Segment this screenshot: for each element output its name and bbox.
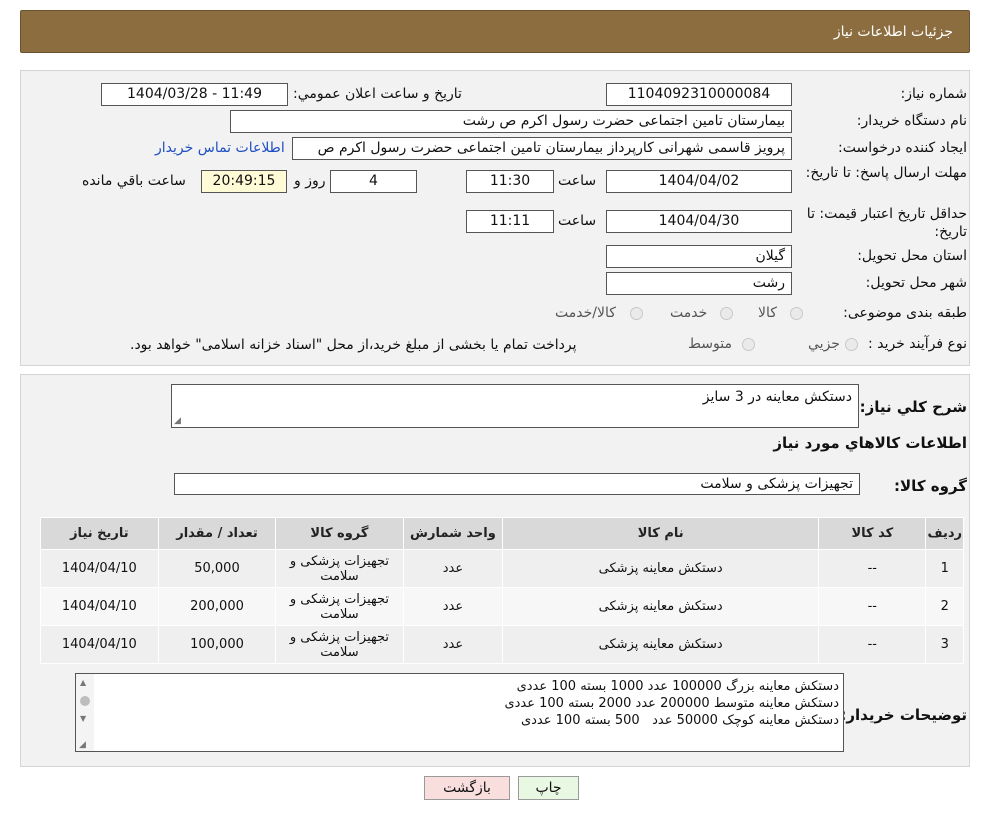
cell-group: تجهیزات پزشکی و سلامت — [275, 587, 404, 626]
col-header-item-name: نام کالا — [502, 517, 820, 550]
category-option-goods: کالا — [758, 305, 777, 321]
cell-unit: عدد — [402, 587, 504, 626]
goods-group-label: گروه کالا: — [894, 477, 967, 495]
deadline-time-field: 11:30 — [466, 170, 554, 193]
cell-row-number: 2 — [925, 587, 964, 626]
table-row: 2 -- دستکش معاینه پزشکی عدد تجهیزات پزشک… — [40, 587, 964, 626]
category-option-goods-service: کالا/خدمت — [555, 305, 616, 321]
cell-need-date: 1404/04/10 — [40, 625, 159, 664]
cell-unit: عدد — [402, 625, 504, 664]
description-label: شرح کلي نياز: — [859, 398, 967, 416]
category-radio-goods[interactable] — [790, 307, 803, 320]
col-header-item-code: کد کالا — [818, 517, 927, 550]
page-header: جزئیات اطلاعات نیاز — [20, 10, 970, 53]
creator-field: پرویز قاسمی شهرانی کارپرداز بیمارستان تا… — [292, 137, 792, 160]
resize-grip-icon[interactable]: ◢ — [79, 740, 86, 750]
col-header-group: گروه کالا — [275, 517, 404, 550]
cell-item-name: دستکش معاینه پزشکی — [502, 587, 820, 626]
need-number-field: 1104092310000084 — [606, 83, 792, 106]
cell-need-date: 1404/04/10 — [40, 549, 159, 588]
deadline-time-label: ساعت — [558, 173, 597, 189]
buyer-note-line: دستکش معاینه بزرگ 100000 عدد 1000 بسته 1… — [516, 679, 839, 694]
province-label: استان محل تحویل: — [857, 248, 967, 264]
scroll-up-arrow-icon[interactable]: ▲ — [80, 678, 86, 687]
days-field: 4 — [330, 170, 417, 193]
category-label: طبقه بندی موضوعی: — [843, 305, 967, 321]
notes-scrollbar[interactable]: ▲ ▼ ◢ — [76, 674, 94, 751]
process-label: نوع فرآیند خرید : — [868, 336, 967, 352]
description-textarea[interactable]: دستکش معاینه در 3 سایز ◢ — [171, 384, 859, 428]
cell-group: تجهیزات پزشکی و سلامت — [275, 625, 404, 664]
announce-label: تاریخ و ساعت اعلان عمومي: — [293, 86, 462, 102]
buyer-note-line: دستکش معاینه کوچک 50000 عدد 500 بسته 100… — [520, 713, 839, 728]
province-field: گیلان — [606, 245, 792, 268]
remaining-time-label: ساعت باقي مانده — [82, 173, 186, 189]
category-option-service: خدمت — [670, 305, 708, 321]
need-number-label: شماره نیاز: — [900, 86, 968, 102]
page-title: جزئیات اطلاعات نیاز — [833, 24, 953, 40]
validity-time-label: ساعت — [558, 213, 597, 229]
cell-item-code: -- — [818, 549, 927, 588]
goods-group-field: تجهیزات پزشکی و سلامت — [174, 473, 860, 495]
process-radio-minor[interactable] — [845, 338, 858, 351]
description-text: دستکش معاینه در 3 سایز — [702, 389, 852, 405]
cell-item-code: -- — [818, 625, 927, 664]
announce-datetime-field: 1404/03/28 - 11:49 — [101, 83, 288, 106]
cell-group: تجهیزات پزشکی و سلامت — [275, 549, 404, 588]
buyer-notes-textarea[interactable]: دستکش معاینه بزرگ 100000 عدد 1000 بسته 1… — [75, 673, 844, 752]
cell-quantity: 200,000 — [157, 587, 277, 626]
table-row: 1 -- دستکش معاینه پزشکی عدد تجهیزات پزشک… — [40, 549, 964, 588]
cell-unit: عدد — [402, 549, 504, 588]
buyer-note-line: دستکش معاینه متوسط 200000 عدد 2000 بسته … — [504, 696, 839, 711]
cell-item-code: -- — [818, 587, 927, 626]
creator-label: ایجاد کننده درخواست: — [838, 140, 967, 156]
deadline-label: مهلت ارسال پاسخ: تا تاریخ: — [805, 165, 967, 181]
col-header-need-date: تاریخ نیاز — [40, 517, 159, 550]
scroll-thumb[interactable] — [80, 696, 90, 706]
cell-item-name: دستکش معاینه پزشکی — [502, 549, 820, 588]
table-header-row: رديف کد کالا نام کالا واحد شمارش گروه کا… — [40, 517, 964, 550]
remaining-time-field: 20:49:15 — [201, 170, 287, 193]
col-header-row-number: رديف — [925, 517, 964, 550]
print-button[interactable]: چاپ — [518, 776, 579, 800]
deadline-date-field: 1404/04/02 — [606, 170, 792, 193]
process-payment-note: پرداخت تمام یا بخشی از مبلغ خرید،از محل … — [130, 337, 577, 353]
buyer-org-label: نام دستگاه خریدار: — [856, 113, 967, 129]
col-header-quantity: تعداد / مقدار — [157, 517, 277, 550]
process-radio-medium[interactable] — [742, 338, 755, 351]
city-field: رشت — [606, 272, 792, 295]
process-option-medium: متوسط — [688, 336, 732, 352]
validity-time-field: 11:11 — [466, 210, 554, 233]
validity-date-field: 1404/04/30 — [606, 210, 792, 233]
back-button[interactable]: بازگشت — [424, 776, 510, 800]
category-radio-service[interactable] — [720, 307, 733, 320]
items-heading: اطلاعات کالاهاي مورد نياز — [773, 434, 967, 452]
cell-quantity: 50,000 — [157, 549, 277, 588]
process-option-minor: جزيي — [808, 336, 840, 352]
col-header-unit: واحد شمارش — [402, 517, 504, 550]
buyer-notes-label: توضیحات خریدار: — [840, 706, 967, 724]
city-label: شهر محل تحویل: — [865, 275, 967, 291]
cell-row-number: 3 — [925, 625, 964, 664]
scroll-down-arrow-icon[interactable]: ▼ — [80, 714, 86, 723]
table-row: 3 -- دستکش معاینه پزشکی عدد تجهیزات پزشک… — [40, 625, 964, 664]
items-table: رديف کد کالا نام کالا واحد شمارش گروه کا… — [40, 517, 964, 664]
resize-grip-icon[interactable]: ◢ — [174, 416, 181, 426]
days-label: روز و — [294, 173, 326, 189]
cell-item-name: دستکش معاینه پزشکی — [502, 625, 820, 664]
buyer-org-field: بیمارستان تامین اجتماعی حضرت رسول اکرم ص… — [230, 110, 792, 133]
cell-need-date: 1404/04/10 — [40, 587, 159, 626]
buyer-contact-link[interactable]: اطلاعات تماس خریدار — [155, 140, 285, 156]
validity-label: حداقل تاریخ اعتبار قیمت: تا تاریخ: — [806, 206, 967, 240]
cell-quantity: 100,000 — [157, 625, 277, 664]
cell-row-number: 1 — [925, 549, 964, 588]
category-radio-goods-service[interactable] — [630, 307, 643, 320]
